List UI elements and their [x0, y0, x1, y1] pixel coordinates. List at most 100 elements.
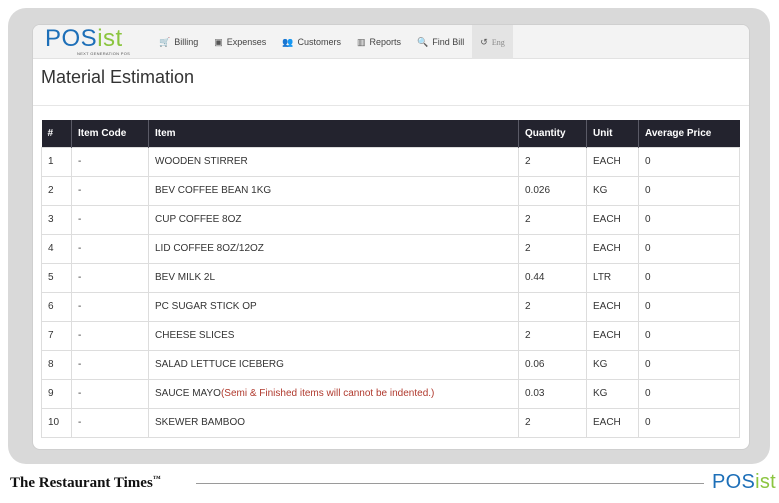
cell-quantity: 2: [518, 146, 587, 177]
nav-menu: 🛒 Billing ▣ Expenses 👥 Customers ▥ Repor…: [151, 25, 513, 59]
footer-brand-main: POS: [712, 471, 756, 493]
table-row[interactable]: 8- SALAD LETTUCE ICEBERG 0.06 KG 0: [41, 349, 740, 380]
cell-number: 8: [41, 349, 72, 380]
cell-item: WOODEN STIRRER: [148, 146, 519, 177]
nav-find-bill-label: Find Bill: [432, 37, 465, 47]
cell-number: 3: [41, 204, 72, 235]
cell-quantity: 0.06: [518, 349, 587, 380]
cell-unit: EACH: [586, 204, 639, 235]
nav-expenses-label: Expenses: [226, 37, 267, 47]
col-header-item-code[interactable]: Item Code: [71, 120, 149, 147]
cell-number: 2: [41, 175, 72, 206]
logo-main: POS: [45, 25, 98, 52]
table-row[interactable]: 5- BEV MILK 2L 0.44 LTR 0: [41, 262, 740, 293]
cell-average-price: 0: [638, 378, 740, 409]
nav-customers[interactable]: 👥 Customers: [274, 25, 349, 59]
nav-billing-label: Billing: [174, 37, 199, 47]
cell-number: 7: [41, 320, 72, 351]
cell-quantity: 0.44: [518, 262, 587, 293]
nav-billing[interactable]: 🛒 Billing: [151, 25, 206, 59]
item-warning-note: (Semi & Finished items will cannot be in…: [220, 388, 435, 399]
chart-icon: ▥: [357, 36, 366, 47]
cell-item: SAUCE MAYO(Semi & Finished items will ca…: [148, 378, 519, 409]
cell-quantity: 2: [518, 204, 587, 235]
posist-logo[interactable]: POSist NEXT GENERATION POS: [45, 25, 135, 56]
table-row[interactable]: 7- CHEESE SLICES 2 EACH 0: [41, 320, 740, 351]
cell-average-price: 0: [638, 146, 740, 177]
publication-name: The Restaurant Times™: [10, 474, 161, 492]
table-row[interactable]: 1- WOODEN STIRRER 2 EACH 0: [41, 146, 740, 177]
cell-quantity: 0.026: [518, 175, 587, 206]
cell-average-price: 0: [638, 407, 740, 438]
table-row[interactable]: 3- CUP COFFEE 8OZ 2 EACH 0: [41, 204, 740, 235]
nav-language[interactable]: ↺ Eng: [472, 25, 513, 59]
footer-brand-accent: ist: [755, 471, 777, 493]
col-header-number[interactable]: #: [41, 120, 72, 147]
col-header-unit[interactable]: Unit: [586, 120, 639, 147]
cell-item: CHEESE SLICES: [148, 320, 519, 351]
table-row[interactable]: 6- PC SUGAR STICK OP 2 EACH 0: [41, 291, 740, 322]
item-name: WOODEN STIRRER: [155, 156, 248, 167]
cell-item-code: -: [71, 291, 149, 322]
cell-item: BEV MILK 2L: [148, 262, 519, 293]
table-body: 1- WOODEN STIRRER 2 EACH 0 2- BEV COFFEE BEAN …: [41, 146, 740, 438]
cell-number: 6: [41, 291, 72, 322]
cell-unit: EACH: [586, 320, 639, 351]
search-icon: 🔍: [417, 36, 429, 47]
cell-item-code: -: [71, 407, 149, 438]
item-name: BEV MILK 2L: [155, 272, 216, 283]
cell-item-code: -: [71, 378, 149, 409]
item-name: LID COFFEE 8OZ/12OZ: [155, 243, 264, 254]
cell-number: 4: [41, 233, 72, 264]
nav-reports[interactable]: ▥ Reports: [349, 25, 409, 59]
cell-item: CUP COFFEE 8OZ: [148, 204, 519, 235]
nav-expenses[interactable]: ▣ Expenses: [206, 25, 274, 59]
logo-tagline: NEXT GENERATION POS: [77, 51, 131, 56]
table-row[interactable]: 9- SAUCE MAYO(Semi & Finished items will …: [41, 378, 740, 409]
cell-item: BEV COFFEE BEAN 1KG: [148, 175, 519, 206]
cell-quantity: 2: [518, 233, 587, 264]
footer-brand-logo: POSist: [712, 471, 776, 494]
trademark-mark: ™: [152, 474, 161, 483]
cell-number: 9: [41, 378, 72, 409]
top-navbar: POSist NEXT GENERATION POS 🛒 Billing ▣ E…: [33, 25, 749, 59]
publication-text: The Restaurant Times: [10, 475, 153, 491]
cell-item-code: -: [71, 204, 149, 235]
nav-customers-label: Customers: [297, 37, 342, 47]
cell-average-price: 0: [638, 204, 740, 235]
logo-accent: ist: [97, 25, 123, 52]
nav-find-bill[interactable]: 🔍 Find Bill: [409, 25, 472, 59]
col-header-quantity[interactable]: Quantity: [518, 120, 587, 147]
cell-average-price: 0: [638, 320, 740, 351]
cell-item-code: -: [71, 175, 149, 206]
cell-average-price: 0: [638, 349, 740, 380]
cell-item: SKEWER BAMBOO: [148, 407, 519, 438]
cell-number: 5: [41, 262, 72, 293]
cell-unit: EACH: [586, 233, 639, 264]
col-header-average-price[interactable]: Average Price: [638, 120, 740, 147]
cell-unit: KG: [586, 175, 639, 206]
col-header-item[interactable]: Item: [148, 120, 519, 147]
item-name: SKEWER BAMBOO: [155, 417, 246, 428]
users-icon: 👥: [282, 36, 294, 47]
cell-quantity: 2: [518, 291, 587, 322]
money-icon: ▣: [214, 36, 223, 47]
cell-number: 1: [41, 146, 72, 177]
page-title: Material Estimation: [41, 67, 195, 87]
cell-item: PC SUGAR STICK OP: [148, 291, 519, 322]
nav-reports-label: Reports: [369, 37, 402, 47]
cell-quantity: 2: [518, 320, 587, 351]
cell-item-code: -: [71, 146, 149, 177]
footer-divider: [196, 483, 704, 484]
cell-item-code: -: [71, 349, 149, 380]
table-row[interactable]: 2- BEV COFFEE BEAN 1KG 0.026 KG 0: [41, 175, 740, 206]
cell-average-price: 0: [638, 175, 740, 206]
item-name: SALAD LETTUCE ICEBERG: [155, 359, 284, 370]
cell-average-price: 0: [638, 233, 740, 264]
app-window: POSist NEXT GENERATION POS 🛒 Billing ▣ E…: [32, 24, 750, 450]
estimation-table: # Item Code Item Quantity Unit Average P…: [41, 120, 740, 438]
table-row[interactable]: 10- SKEWER BAMBOO 2 EACH 0: [41, 407, 740, 438]
cell-quantity: 0.03: [518, 378, 587, 409]
table-row[interactable]: 4- LID COFFEE 8OZ/12OZ 2 EACH 0: [41, 233, 740, 264]
cell-unit: EACH: [586, 146, 639, 177]
